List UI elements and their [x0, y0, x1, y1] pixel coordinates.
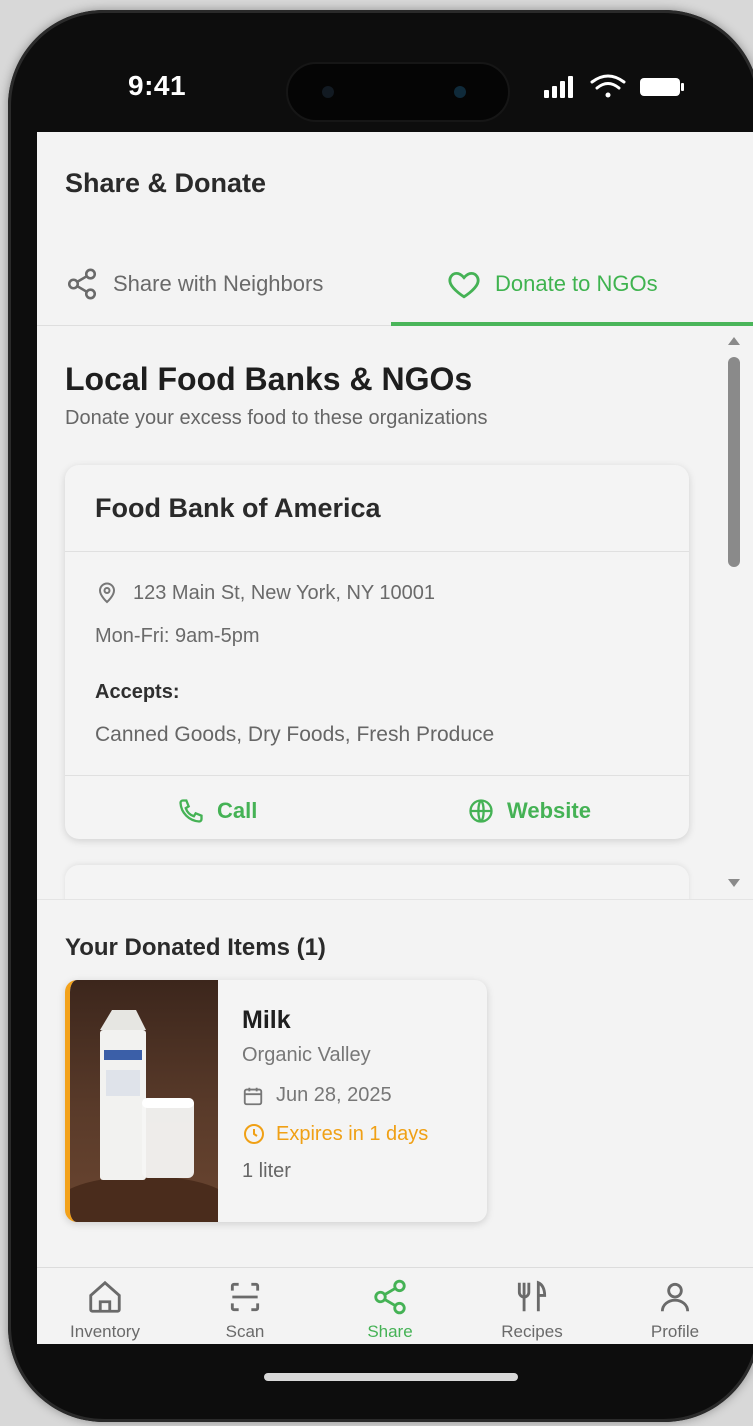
dynamic-island [286, 62, 510, 122]
share-icon [67, 268, 97, 300]
milk-photo-icon [70, 1010, 234, 1222]
call-label: Call [217, 798, 258, 823]
ngo-address: 123 Main St, New York, NY 10001 [95, 581, 435, 605]
nav-label: Scan [225, 1322, 265, 1341]
nav-label: Inventory [70, 1322, 140, 1341]
tab-donate-to-ngos[interactable]: Donate to NGOs [447, 242, 658, 326]
app-screen: Share & Donate Share with Neighbors Dona… [37, 132, 753, 1344]
address-text: 123 Main St, New York, NY 10001 [133, 581, 436, 604]
item-name: Milk [242, 1006, 291, 1034]
camera-icon [322, 86, 334, 98]
tab-share-with-neighbors[interactable]: Share with Neighbors [65, 242, 323, 326]
item-image [70, 980, 234, 1222]
ngo-list-scroll-area[interactable]: Local Food Banks & NGOs Donate your exce… [37, 327, 753, 899]
nav-label: Recipes [501, 1322, 563, 1341]
status-time: 9:41 [128, 70, 187, 101]
nav-inventory[interactable]: Inventory [50, 1278, 160, 1342]
section-subtitle: Donate your excess food to these organiz… [65, 407, 488, 429]
nav-label: Profile [650, 1322, 700, 1341]
location-pin-icon [98, 582, 116, 604]
item-date: Jun 28, 2025 [242, 1084, 392, 1107]
donated-title: Your Donated Items (1) [65, 934, 326, 961]
donated-item-card[interactable]: Milk Organic Valley Jun 28, 2025 Expires… [65, 980, 487, 1222]
bottom-navigation: Inventory Scan Share Recipes Profile [37, 1267, 753, 1344]
globe-icon [469, 799, 493, 823]
status-icons [544, 74, 684, 98]
divider [65, 775, 689, 776]
tab-label: Share with Neighbors [113, 271, 324, 296]
share-icon [374, 1279, 406, 1315]
nav-share[interactable]: Share [335, 1278, 445, 1342]
tab-bar: Share with Neighbors Donate to NGOs [37, 242, 753, 326]
call-button[interactable]: Call [177, 783, 257, 839]
nav-label: Share [367, 1322, 413, 1341]
scroll-up-icon[interactable] [728, 337, 740, 345]
nav-profile[interactable]: Profile [620, 1278, 730, 1342]
ngo-card-next [65, 865, 689, 899]
scrollbar[interactable] [723, 327, 749, 899]
expiry-text: Expires in 1 days [276, 1122, 429, 1145]
scan-icon [230, 1282, 260, 1312]
ngo-hours: Mon-Fri: 9am-5pm [95, 625, 260, 647]
website-button[interactable]: Website [467, 783, 591, 839]
divider [65, 551, 689, 552]
home-icon [89, 1280, 121, 1313]
home-indicator[interactable] [264, 1373, 518, 1381]
accepts-label: Accepts: [95, 681, 180, 703]
section-title: Local Food Banks & NGOs [65, 361, 473, 397]
date-text: Jun 28, 2025 [276, 1084, 392, 1106]
scroll-down-icon[interactable] [728, 879, 740, 887]
battery-icon [640, 78, 684, 96]
phone-icon [179, 799, 203, 823]
donated-items-section: Your Donated Items (1) Milk Organic Vall… [37, 899, 753, 1267]
sensor-icon [454, 86, 466, 98]
calendar-icon [243, 1087, 263, 1105]
page-title: Share & Donate [65, 168, 267, 198]
clock-icon [244, 1124, 264, 1144]
ngo-name: Food Bank of America [95, 493, 381, 523]
wifi-icon [590, 74, 626, 98]
nav-recipes[interactable]: Recipes [477, 1278, 587, 1342]
item-quantity: 1 liter [242, 1160, 291, 1182]
heart-icon [448, 271, 480, 299]
user-icon [660, 1282, 690, 1312]
item-brand: Organic Valley [242, 1044, 371, 1066]
tab-label: Donate to NGOs [495, 271, 658, 296]
scrollbar-thumb[interactable] [728, 357, 740, 567]
item-expiry: Expires in 1 days [242, 1122, 428, 1146]
website-label: Website [507, 798, 591, 823]
active-tab-indicator [391, 322, 753, 326]
ngo-card: Food Bank of America 123 Main St, New Yo… [65, 465, 689, 839]
utensils-icon [517, 1280, 547, 1312]
signal-icon [544, 76, 573, 98]
nav-scan[interactable]: Scan [190, 1278, 300, 1342]
accepts-list: Canned Goods, Dry Foods, Fresh Produce [95, 723, 495, 746]
